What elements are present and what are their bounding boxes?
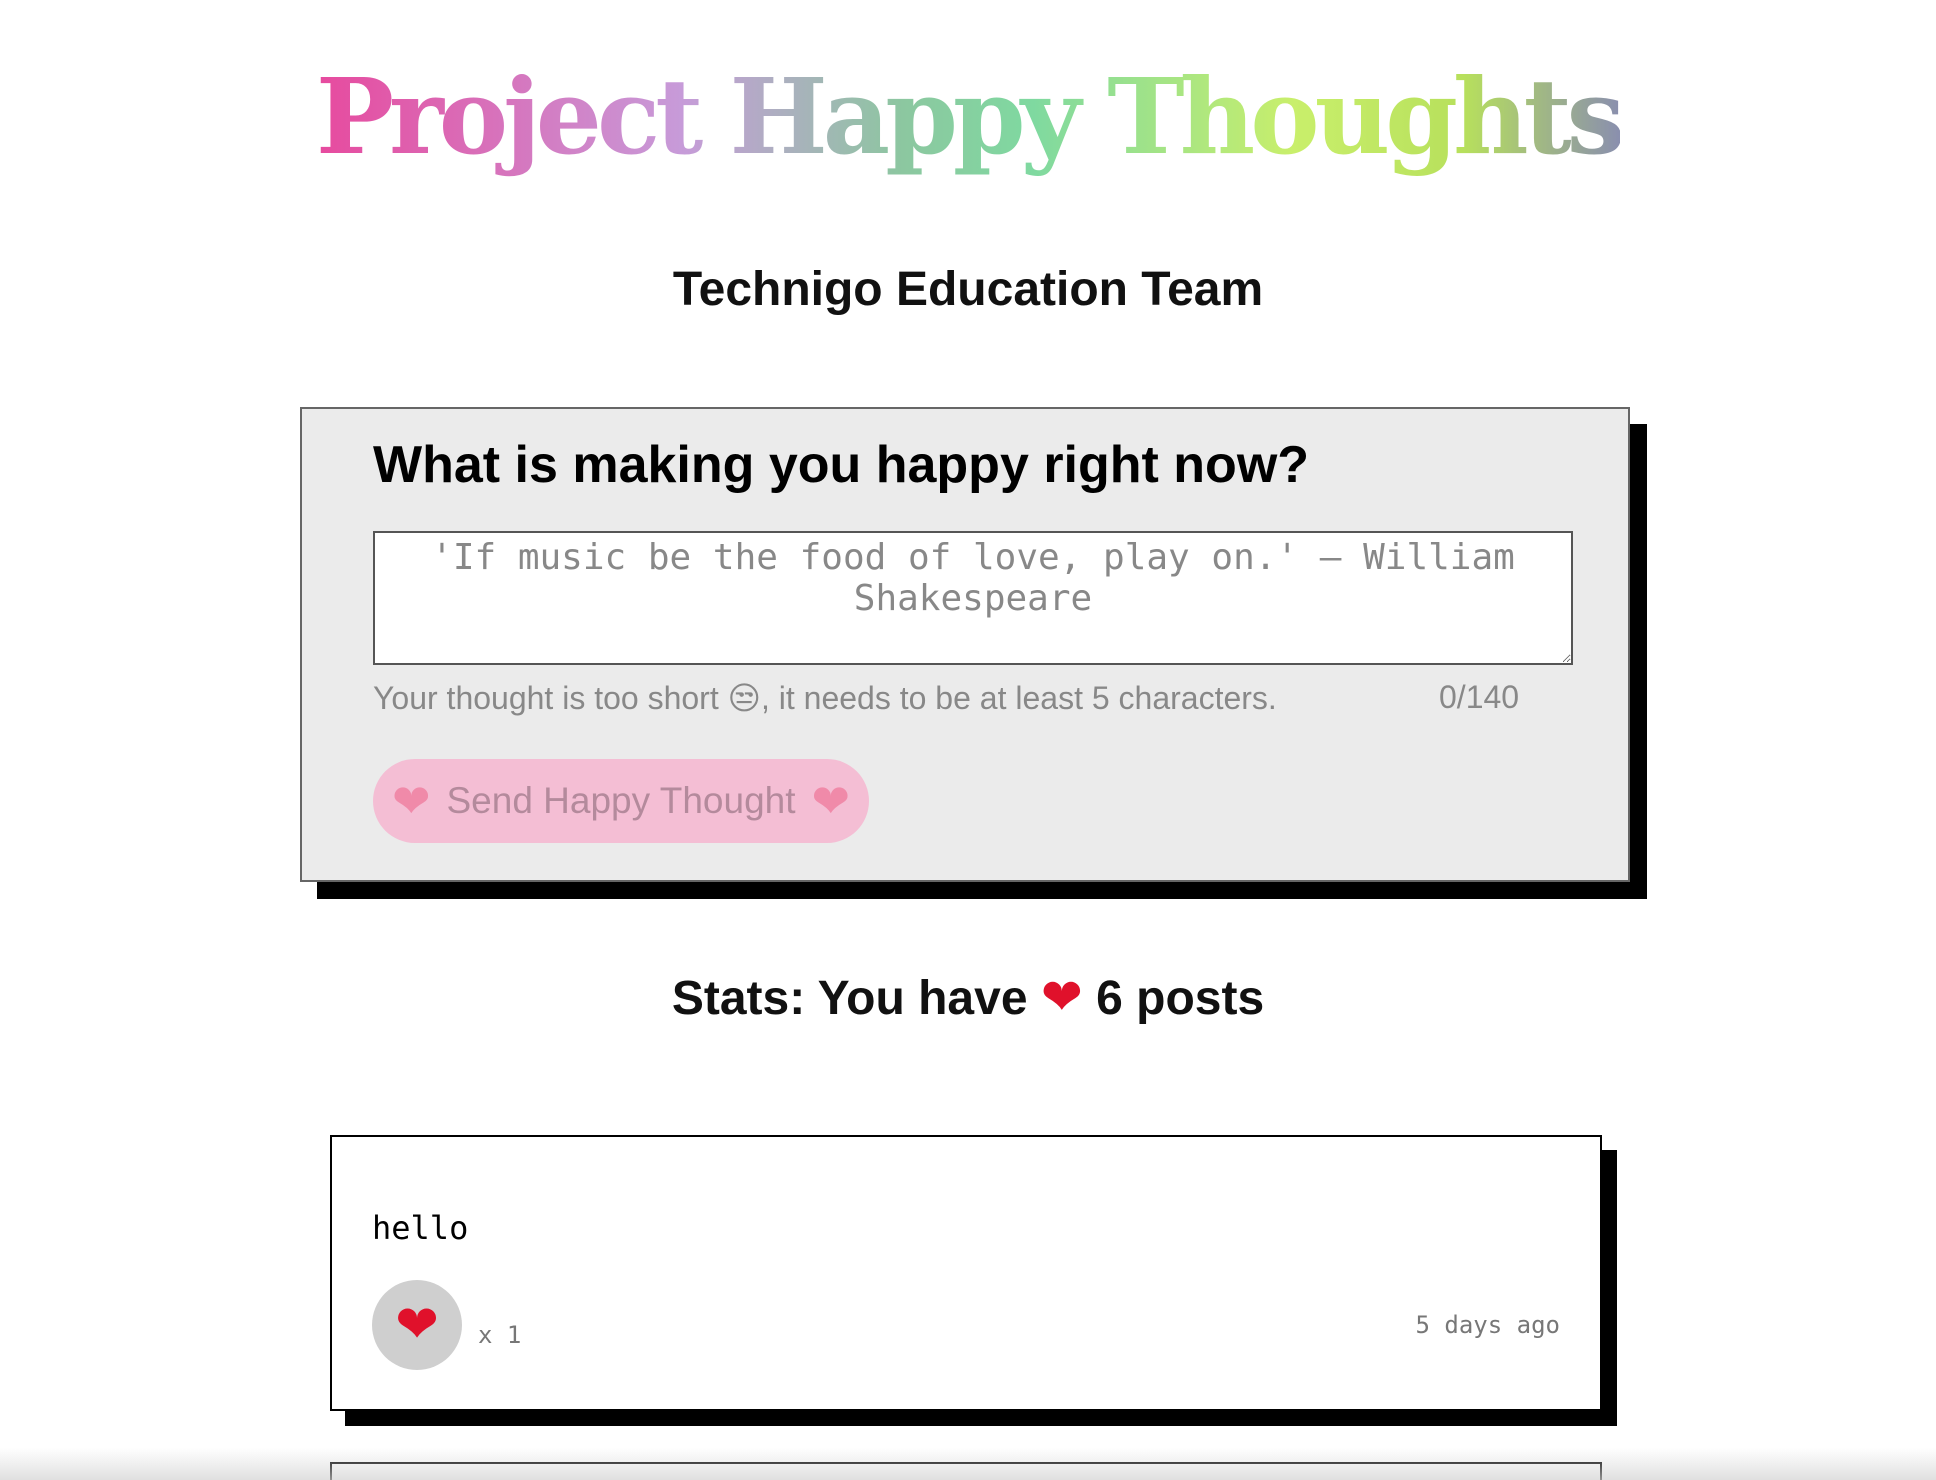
post-card: hello ❤ x 1 5 days ago [330, 1135, 1602, 1411]
stats-prefix: Stats: You have [671, 972, 1028, 1025]
like-count: x 1 [478, 1321, 522, 1349]
validation-message: Your thought is too short 😒, it needs to… [373, 680, 1277, 716]
heart-icon: ❤ [1040, 969, 1083, 1025]
post-card [330, 1462, 1602, 1480]
site-title-text: Project Happy Thoughts [315, 55, 1625, 178]
character-counter: 0/140 [1439, 679, 1520, 715]
thought-input[interactable] [373, 531, 1573, 665]
page: Project Happy Thoughts Technigo Educatio… [0, 0, 1936, 1480]
thought-form-card: What is making you happy right now? Your… [300, 407, 1630, 882]
send-button-label: Send Happy Thought [446, 780, 796, 821]
stats-count: 6 posts [1096, 972, 1265, 1025]
stats-heading: Stats: You have ❤ 6 posts [0, 968, 1936, 1026]
site-title: Project Happy Thoughts [0, 52, 1936, 182]
heart-icon: ❤ [395, 1296, 439, 1354]
form-heading: What is making you happy right now? [373, 436, 1310, 494]
heart-icon: ❤ [391, 775, 431, 827]
team-name: Technigo Education Team [672, 263, 1264, 316]
heart-icon: ❤ [811, 775, 851, 827]
post-timestamp: 5 days ago [1415, 1311, 1561, 1339]
like-button[interactable]: ❤ [372, 1280, 462, 1370]
post-text: hello [372, 1209, 469, 1247]
send-thought-button[interactable]: ❤ Send Happy Thought ❤ [373, 759, 869, 843]
